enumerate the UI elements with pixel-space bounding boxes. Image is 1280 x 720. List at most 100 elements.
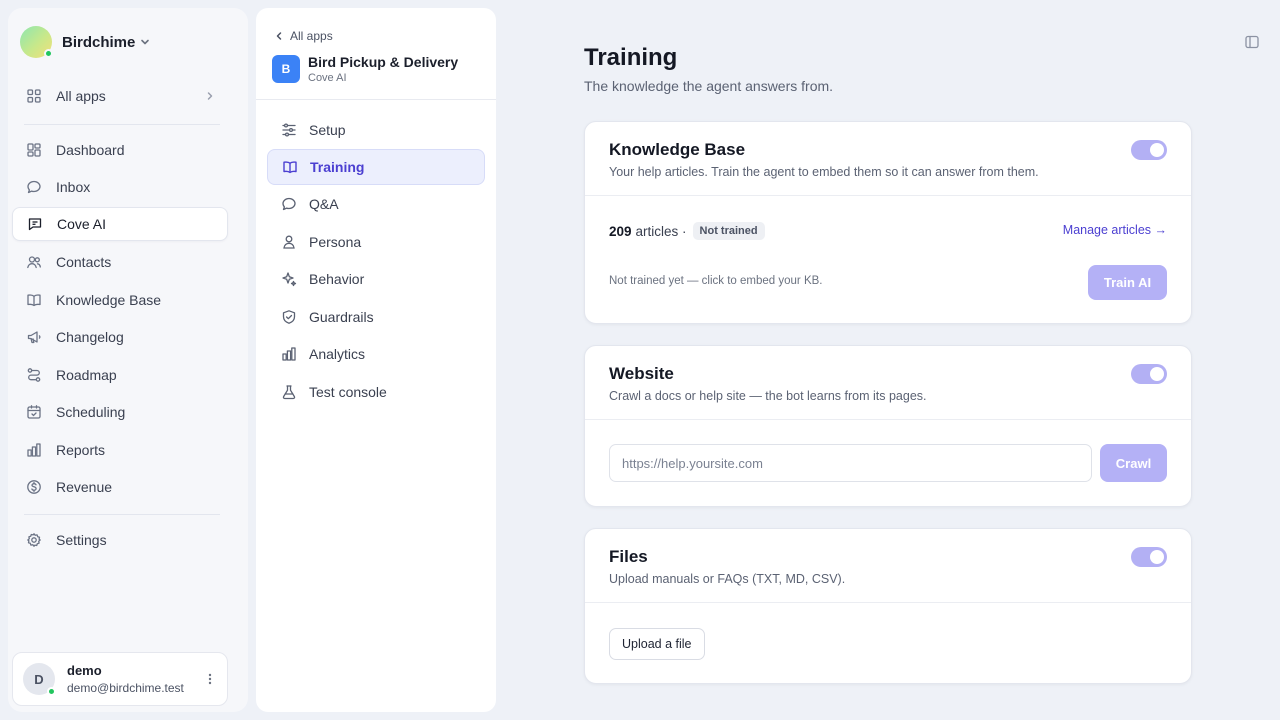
sidebar-item-label: Changelog <box>56 329 124 345</box>
sidebar-item-dashboard[interactable]: Dashboard <box>12 133 228 167</box>
sidebar-item-label: Cove AI <box>57 216 107 232</box>
workspace-name: Birdchime <box>62 33 136 51</box>
book-icon <box>26 292 42 308</box>
train-ai-button[interactable]: Train AI <box>1088 265 1167 300</box>
grid-icon <box>26 88 42 104</box>
sidebar-item-all-apps[interactable]: All apps <box>12 79 228 113</box>
users-icon <box>26 254 42 270</box>
app-subpanel: All apps B Bird Pickup & Delivery Cove A… <box>256 8 496 712</box>
card-header: Files Upload manuals or FAQs (TXT, MD, C… <box>585 529 1191 603</box>
chevron-left-icon <box>276 32 282 40</box>
app-nav-label: Behavior <box>309 271 365 287</box>
subpanel-divider <box>256 99 496 100</box>
files-toggle[interactable] <box>1131 547 1167 567</box>
app-nav-qa[interactable]: Q&A <box>267 186 485 222</box>
app-nav-guardrails[interactable]: Guardrails <box>267 299 485 335</box>
sidebar-item-roadmap[interactable]: Roadmap <box>12 358 228 392</box>
sidebar-item-changelog[interactable]: Changelog <box>12 320 228 354</box>
megaphone-icon <box>26 329 42 345</box>
user-card[interactable]: D demo demo@birdchime.test <box>12 652 228 706</box>
card-description: Your help articles. Train the agent to e… <box>609 165 1039 179</box>
sliders-icon <box>281 122 297 138</box>
route-icon <box>26 367 42 383</box>
sidebar-item-label: Contacts <box>56 254 112 270</box>
app-nav-label: Test console <box>309 384 387 400</box>
website-toggle[interactable] <box>1131 364 1167 384</box>
app-nav-behavior[interactable]: Behavior <box>267 261 485 297</box>
article-count-suffix: articles · <box>635 223 687 239</box>
sidebar-item-label: Revenue <box>56 479 113 495</box>
app-title: Bird Pickup & Delivery Cove AI <box>308 54 458 84</box>
manage-articles-link[interactable]: Manage articles → <box>1063 223 1167 237</box>
sidebar-item-label: Knowledge Base <box>56 292 162 308</box>
card-header: Knowledge Base Your help articles. Train… <box>585 122 1191 196</box>
card-title: Website <box>609 364 674 383</box>
app-nav-test-console[interactable]: Test console <box>267 374 485 410</box>
calendar-icon <box>26 404 42 420</box>
app-name: Bird Pickup & Delivery <box>308 54 459 70</box>
kb-stats: 209 articles · Not trained <box>609 222 765 240</box>
back-to-all-apps-link[interactable]: All apps <box>274 29 333 43</box>
website-url-input[interactable] <box>609 444 1092 482</box>
sidebar-item-settings[interactable]: Settings <box>12 523 228 557</box>
app-badge: B <box>272 55 300 83</box>
article-count: 209 <box>609 223 632 239</box>
app-nav-label: Analytics <box>309 346 366 362</box>
card-description: Upload manuals or FAQs (TXT, MD, CSV). <box>609 572 846 586</box>
bar-chart-icon <box>26 442 42 458</box>
kb-note: Not trained yet — click to embed your KB… <box>609 275 823 287</box>
avatar: D <box>23 663 56 696</box>
toggle-knob <box>1150 367 1164 381</box>
gear-icon <box>26 532 42 548</box>
avatar-initial: D <box>34 671 44 687</box>
card-description: Crawl a docs or help site — the bot lear… <box>609 389 927 403</box>
app-nav-label: Q&A <box>309 196 339 212</box>
sidebar-item-label: Reports <box>56 442 106 458</box>
sidebar-item-label: Settings <box>56 532 107 548</box>
app-nav-analytics[interactable]: Analytics <box>267 336 485 372</box>
crawl-button[interactable]: Crawl <box>1100 444 1167 482</box>
app-header: B Bird Pickup & Delivery Cove AI <box>272 54 458 84</box>
sidebar-item-contacts[interactable]: Contacts <box>12 245 228 279</box>
knowledge-base-toggle[interactable] <box>1131 140 1167 160</box>
chat-icon <box>26 179 42 195</box>
sidebar-item-revenue[interactable]: Revenue <box>12 470 228 504</box>
app-nav-training[interactable]: Training <box>267 149 485 185</box>
user-meta: demo demo@birdchime.test <box>67 663 184 695</box>
card-title: Knowledge Base <box>609 140 746 159</box>
sidebar-divider <box>24 124 220 125</box>
sidebar-item-label: Roadmap <box>56 367 117 383</box>
sidebar-item-inbox[interactable]: Inbox <box>12 170 228 204</box>
chevron-right-icon <box>204 90 216 102</box>
sidebar-item-label: Inbox <box>56 179 91 195</box>
sidebar-divider <box>24 514 220 515</box>
status-badge: Not trained <box>692 222 765 240</box>
online-indicator <box>44 49 53 58</box>
upload-file-button[interactable]: Upload a file <box>609 628 705 660</box>
bar-chart-icon <box>281 346 297 362</box>
app-subtitle: Cove AI <box>308 72 347 84</box>
online-indicator <box>47 687 56 696</box>
chevron-down-icon <box>139 36 151 48</box>
user-icon <box>281 234 297 250</box>
dollar-icon <box>26 479 42 495</box>
card-header: Website Crawl a docs or help site — the … <box>585 346 1191 420</box>
sidebar-item-reports[interactable]: Reports <box>12 433 228 467</box>
more-vertical-icon[interactable] <box>203 672 217 686</box>
app-nav-persona[interactable]: Persona <box>267 224 485 260</box>
app-nav-setup[interactable]: Setup <box>267 112 485 148</box>
shield-icon <box>281 309 297 325</box>
files-card: Files Upload manuals or FAQs (TXT, MD, C… <box>584 528 1192 684</box>
sidebar-item-knowledge-base[interactable]: Knowledge Base <box>12 283 228 317</box>
sparkles-icon <box>281 271 297 287</box>
book-open-icon <box>282 159 298 175</box>
sidebar-item-cove-ai[interactable]: Cove AI <box>12 207 228 241</box>
app-nav-label: Setup <box>309 122 346 138</box>
sidebar-item-scheduling[interactable]: Scheduling <box>12 395 228 429</box>
sidebar-item-label: All apps <box>56 88 106 104</box>
app-nav-label: Guardrails <box>309 309 374 325</box>
message-square-icon <box>27 216 43 232</box>
sidebar-collapse-icon[interactable] <box>1244 34 1260 50</box>
toggle-knob <box>1150 143 1164 157</box>
app-nav-label: Persona <box>309 234 362 250</box>
